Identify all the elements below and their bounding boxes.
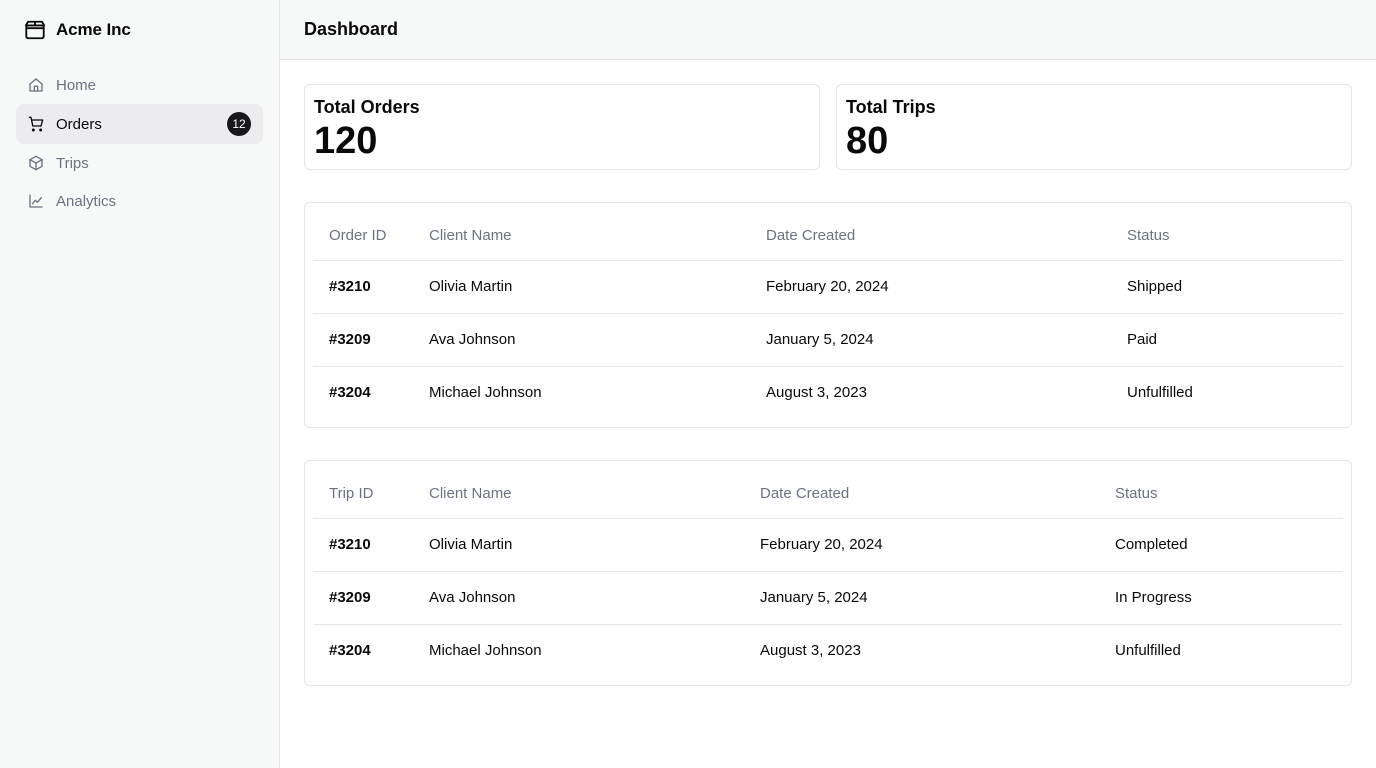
trip-id-cell: #3210 bbox=[313, 518, 413, 572]
dashboard-content: Total Orders 120 Total Trips 80 Order ID bbox=[280, 60, 1376, 686]
table-row[interactable]: #3210 Olivia Martin February 20, 2024 Sh… bbox=[313, 260, 1343, 314]
order-id-cell: #3209 bbox=[313, 313, 413, 367]
main-area: Dashboard Total Orders 120 Total Trips 8… bbox=[280, 0, 1376, 768]
orders-count-badge: 12 bbox=[227, 112, 251, 136]
table-row[interactable]: #3209 Ava Johnson January 5, 2024 In Pro… bbox=[313, 571, 1343, 625]
table-row[interactable]: #3209 Ava Johnson January 5, 2024 Paid bbox=[313, 313, 1343, 367]
total-trips-card: Total Trips 80 bbox=[836, 84, 1352, 170]
chart-line-icon bbox=[28, 193, 44, 209]
top-bar: Dashboard bbox=[280, 0, 1376, 60]
client-name-cell: Michael Johnson bbox=[429, 642, 542, 660]
status-cell: In Progress bbox=[1099, 571, 1343, 625]
status-cell: Paid bbox=[1111, 313, 1343, 367]
client-name-cell: Olivia Martin bbox=[413, 518, 744, 572]
client-name-cell: Ava Johnson bbox=[413, 313, 750, 367]
column-header-client-name[interactable]: Client Name bbox=[413, 469, 744, 519]
table-row[interactable]: #3210 Olivia Martin February 20, 2024 Co… bbox=[313, 518, 1343, 572]
trips-table-card: Trip ID Client Name Date Created Status … bbox=[304, 460, 1352, 686]
client-name-cell: Michael Johnson bbox=[429, 384, 542, 402]
date-created-cell: February 20, 2024 bbox=[750, 260, 1111, 314]
orders-table-card: Order ID Client Name Date Created Status… bbox=[304, 202, 1352, 428]
status-cell: Unfulfilled bbox=[1115, 642, 1181, 660]
client-name-cell: Ava Johnson bbox=[413, 571, 744, 625]
table-header-row: Order ID Client Name Date Created Status bbox=[313, 211, 1343, 261]
column-header-date-created[interactable]: Date Created bbox=[744, 469, 1099, 519]
table-row[interactable]: #3204 Michael Johnson August 3, 2023 Unf… bbox=[313, 366, 1343, 419]
stat-value: 120 bbox=[314, 120, 378, 162]
trip-id-cell: #3209 bbox=[313, 571, 413, 625]
sidebar-item-label: Home bbox=[56, 76, 97, 94]
sidebar-item-analytics[interactable]: Analytics bbox=[16, 182, 263, 220]
date-created-cell: January 5, 2024 bbox=[750, 313, 1111, 367]
stat-label: Total Orders bbox=[314, 97, 420, 117]
stat-label: Total Trips bbox=[846, 97, 936, 117]
sidebar-item-home[interactable]: Home bbox=[16, 66, 263, 104]
sidebar: Acme Inc Home Orders 12 Trips Analytics bbox=[0, 0, 280, 768]
date-created-cell: February 20, 2024 bbox=[744, 518, 1099, 572]
trip-id-cell: #3204 bbox=[329, 642, 371, 660]
column-header-status[interactable]: Status bbox=[1099, 469, 1343, 519]
stats-row: Total Orders 120 Total Trips 80 bbox=[304, 84, 1352, 170]
stat-value: 80 bbox=[846, 120, 889, 162]
brand[interactable]: Acme Inc bbox=[0, 0, 279, 60]
cart-icon bbox=[28, 116, 44, 132]
order-id-cell: #3210 bbox=[313, 260, 413, 314]
package-icon bbox=[24, 19, 46, 41]
column-header-client-name[interactable]: Client Name bbox=[413, 211, 750, 261]
table-row[interactable]: #3204 Michael Johnson August 3, 2023 Unf… bbox=[313, 624, 1343, 677]
trips-table: Trip ID Client Name Date Created Status … bbox=[313, 469, 1343, 677]
date-created-cell: August 3, 2023 bbox=[760, 642, 861, 660]
order-id-cell: #3204 bbox=[329, 384, 371, 402]
table-header-row: Trip ID Client Name Date Created Status bbox=[313, 469, 1343, 519]
column-header-trip-id[interactable]: Trip ID bbox=[313, 469, 413, 519]
sidebar-item-label: Analytics bbox=[56, 192, 117, 210]
sidebar-nav: Home Orders 12 Trips Analytics bbox=[0, 60, 279, 220]
sidebar-item-trips[interactable]: Trips bbox=[16, 144, 263, 182]
page-title: Dashboard bbox=[304, 19, 399, 39]
sidebar-item-label: Trips bbox=[56, 154, 89, 172]
home-icon bbox=[28, 77, 44, 93]
app-root: Acme Inc Home Orders 12 Trips Analytics … bbox=[0, 0, 1376, 768]
sidebar-item-orders[interactable]: Orders 12 bbox=[16, 104, 263, 144]
status-cell: Unfulfilled bbox=[1127, 384, 1193, 402]
client-name-cell: Olivia Martin bbox=[413, 260, 750, 314]
orders-table: Order ID Client Name Date Created Status… bbox=[313, 211, 1343, 419]
box-icon bbox=[28, 155, 44, 171]
date-created-cell: January 5, 2024 bbox=[744, 571, 1099, 625]
column-header-order-id[interactable]: Order ID bbox=[313, 211, 413, 261]
status-cell: Completed bbox=[1099, 518, 1343, 572]
status-cell: Shipped bbox=[1111, 260, 1343, 314]
brand-name: Acme Inc bbox=[56, 20, 131, 39]
sidebar-item-label: Orders bbox=[56, 115, 102, 133]
column-header-date-created[interactable]: Date Created bbox=[750, 211, 1111, 261]
total-orders-card: Total Orders 120 bbox=[304, 84, 820, 170]
column-header-status[interactable]: Status bbox=[1111, 211, 1343, 261]
date-created-cell: August 3, 2023 bbox=[766, 384, 867, 402]
